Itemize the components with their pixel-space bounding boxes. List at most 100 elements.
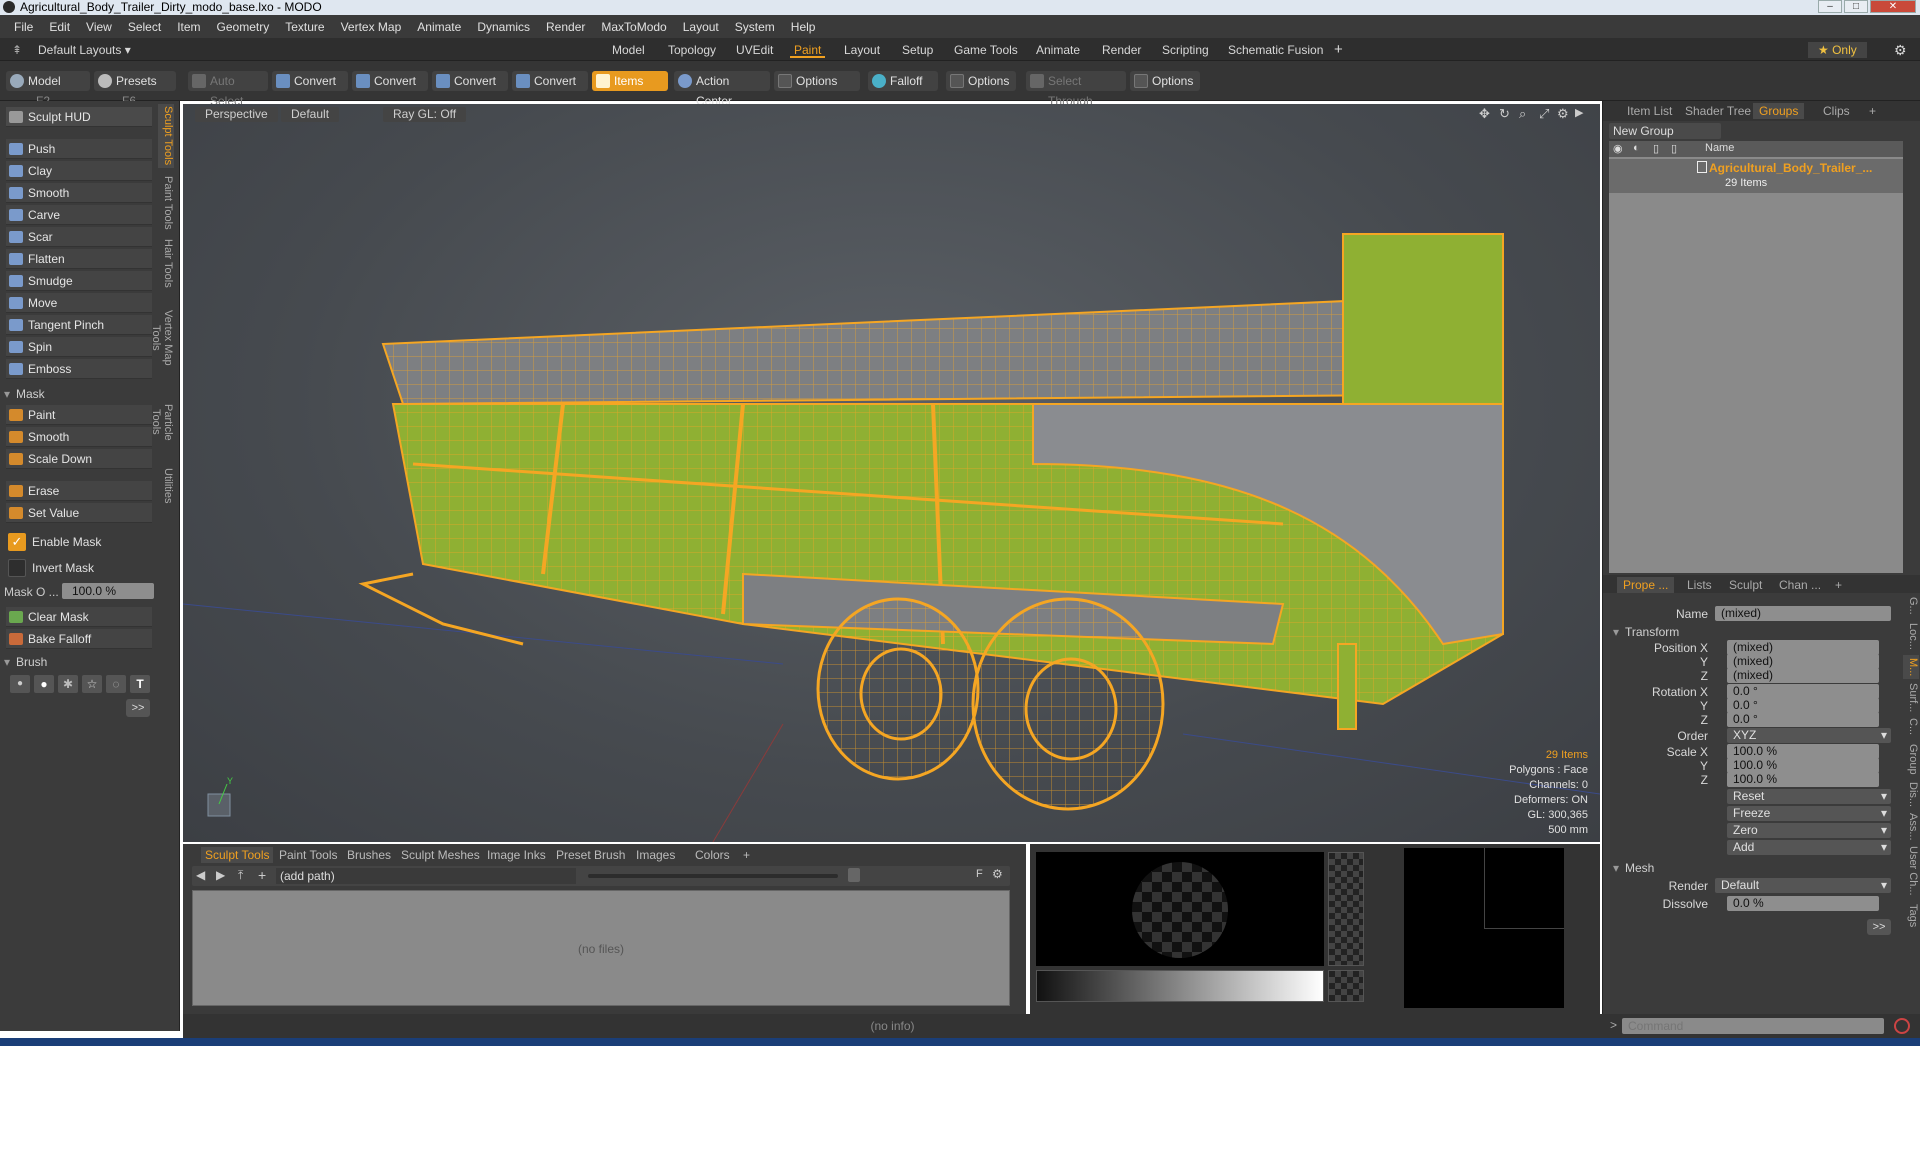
text-brush-icon[interactable]: T (130, 675, 150, 693)
menu-system[interactable]: System (727, 20, 783, 34)
bake-falloff-button[interactable]: Bake Falloff (6, 629, 152, 649)
tab-animate[interactable]: Animate (1032, 42, 1084, 58)
tool-clay[interactable]: Clay (6, 161, 152, 181)
splatter-brush-icon[interactable]: ✱ (58, 675, 78, 693)
position-y-field[interactable]: (mixed) (1727, 654, 1879, 669)
browser-tab-sculpt-meshes[interactable]: Sculpt Meshes (397, 847, 484, 863)
convert-polygons-button[interactable]: Convert (432, 71, 508, 91)
tool-smooth[interactable]: Smooth (6, 183, 152, 203)
tool-smudge[interactable]: Smudge (6, 271, 152, 291)
menu-view[interactable]: View (78, 20, 120, 34)
side-tab-utilities[interactable]: Utilities (158, 464, 174, 508)
mask-tool-paint[interactable]: Paint (6, 405, 152, 425)
side-tab-group[interactable]: Group (1903, 741, 1919, 777)
maximize-button[interactable]: □ (1844, 0, 1868, 13)
mask-erase-button[interactable]: Erase (6, 481, 152, 501)
tab-layout[interactable]: Layout (840, 42, 884, 58)
browser-add-tab-button[interactable]: + (739, 847, 754, 863)
browser-tab-preset-brush[interactable]: Preset Brush (552, 847, 629, 863)
tab-sculpt[interactable]: Sculpt (1723, 577, 1768, 593)
freeze-dropdown[interactable]: Freeze (1727, 806, 1891, 821)
more-properties-button[interactable]: >> (1867, 919, 1891, 935)
menu-texture[interactable]: Texture (277, 20, 332, 34)
back-arrow-icon[interactable]: ◀ (196, 868, 205, 882)
menu-render[interactable]: Render (538, 20, 593, 34)
side-tab-user-channels[interactable]: User Ch... (1903, 845, 1919, 897)
soft-brush-icon[interactable]: ● (10, 675, 30, 693)
thumbnail-size-slider[interactable] (588, 874, 838, 878)
mesh-section-header[interactable]: Mesh (1613, 861, 1654, 875)
side-tab-vertex-map-tools[interactable]: Vertex Map Tools (150, 296, 174, 380)
menu-vertex-map[interactable]: Vertex Map (333, 20, 410, 34)
tool-carve[interactable]: Carve (6, 205, 152, 225)
path-dropdown[interactable]: (add path) (276, 868, 576, 884)
side-tab-ass[interactable]: Ass... (1903, 813, 1919, 841)
tab-game-tools[interactable]: Game Tools (950, 42, 1022, 58)
tab-shader-tree[interactable]: Shader Tree (1679, 103, 1757, 119)
select-icon[interactable]: ▯ (1671, 142, 1677, 155)
tool-emboss[interactable]: Emboss (6, 359, 152, 379)
collapse-icon[interactable]: ⇞ (8, 42, 26, 58)
select-options-button[interactable]: Options (1130, 71, 1200, 91)
mask-section-header[interactable]: Mask (4, 387, 45, 401)
add-path-icon[interactable]: + (258, 867, 266, 883)
position-z-field[interactable]: (mixed) (1727, 668, 1879, 683)
menu-help[interactable]: Help (783, 20, 824, 34)
group-row[interactable]: Agricultural_Body_Trailer_... 29 Items (1609, 159, 1903, 193)
tab-lists[interactable]: Lists (1681, 577, 1718, 593)
menu-layout[interactable]: Layout (675, 20, 727, 34)
side-tab-c[interactable]: C... (1903, 717, 1919, 737)
side-tab-hair-tools[interactable]: Hair Tools (158, 238, 174, 288)
menu-dynamics[interactable]: Dynamics (469, 20, 538, 34)
rotation-order-dropdown[interactable]: XYZ (1727, 728, 1891, 743)
add-tab-button[interactable]: + (1330, 42, 1347, 58)
tool-spin[interactable]: Spin (6, 337, 152, 357)
convert-edges-button[interactable]: Convert (352, 71, 428, 91)
browser-tab-image-inks[interactable]: Image Inks (483, 847, 550, 863)
layout-preset-dropdown[interactable]: Default Layouts ▾ (34, 42, 135, 58)
browser-tab-sculpt-tools[interactable]: Sculpt Tools (201, 847, 274, 863)
model-mode-button[interactable]: Model F2 (6, 71, 90, 108)
transform-section-header[interactable]: Transform (1613, 625, 1679, 639)
only-toggle[interactable]: ★ Only (1808, 42, 1867, 58)
invert-mask-checkbox[interactable] (8, 559, 26, 577)
record-icon[interactable] (1894, 1018, 1910, 1034)
tab-setup[interactable]: Setup (898, 42, 937, 58)
new-group-button[interactable]: New Group (1609, 123, 1721, 139)
mask-tool-scale-down[interactable]: Scale Down (6, 449, 152, 469)
tab-topology[interactable]: Topology (664, 42, 720, 58)
action-center-options-button[interactable]: Options (774, 71, 860, 91)
menu-edit[interactable]: Edit (41, 20, 78, 34)
select-through-button[interactable]: Select Through (1026, 71, 1126, 108)
menu-select[interactable]: Select (120, 20, 169, 34)
enable-mask-checkbox[interactable]: ✓ (8, 533, 26, 551)
minimize-button[interactable]: – (1818, 0, 1842, 13)
presets-button[interactable]: Presets F6 (94, 71, 176, 108)
brush-section-header[interactable]: Brush (4, 655, 47, 669)
forward-arrow-icon[interactable]: ▶ (216, 868, 225, 882)
mask-tool-smooth[interactable]: Smooth (6, 427, 152, 447)
tab-render[interactable]: Render (1098, 42, 1145, 58)
tab-channels[interactable]: Chan ... (1773, 577, 1827, 593)
side-tab-g[interactable]: G... (1903, 595, 1919, 617)
tab-schematic-fusion[interactable]: Schematic Fusion (1224, 42, 1327, 58)
falloff-button[interactable]: Falloff (868, 71, 938, 91)
tool-move[interactable]: Move (6, 293, 152, 313)
lock-icon[interactable]: ▯ (1653, 142, 1659, 155)
clear-mask-button[interactable]: Clear Mask (6, 607, 152, 627)
side-tab-sculpt-tools[interactable]: Sculpt Tools (158, 104, 174, 168)
reset-dropdown[interactable]: Reset (1727, 789, 1891, 804)
items-mode-button[interactable]: Items (592, 71, 668, 91)
command-input[interactable] (1622, 1018, 1884, 1034)
mask-set-value-button[interactable]: Set Value (6, 503, 152, 523)
menu-maxtomodo[interactable]: MaxToModo (593, 20, 674, 34)
add-prop-tab-button[interactable]: + (1829, 577, 1848, 593)
auto-select-button[interactable]: Auto Select (188, 71, 268, 108)
browser-settings-icon[interactable]: ⚙ (992, 867, 1003, 881)
name-column-header[interactable]: Name (1705, 142, 1734, 154)
position-x-field[interactable]: (mixed) (1727, 640, 1879, 655)
dissolve-field[interactable]: 0.0 % (1727, 896, 1879, 911)
side-tab-m[interactable]: M... (1903, 655, 1919, 679)
side-tab-loc[interactable]: Loc... (1903, 621, 1919, 651)
browser-tab-paint-tools[interactable]: Paint Tools (275, 847, 341, 863)
